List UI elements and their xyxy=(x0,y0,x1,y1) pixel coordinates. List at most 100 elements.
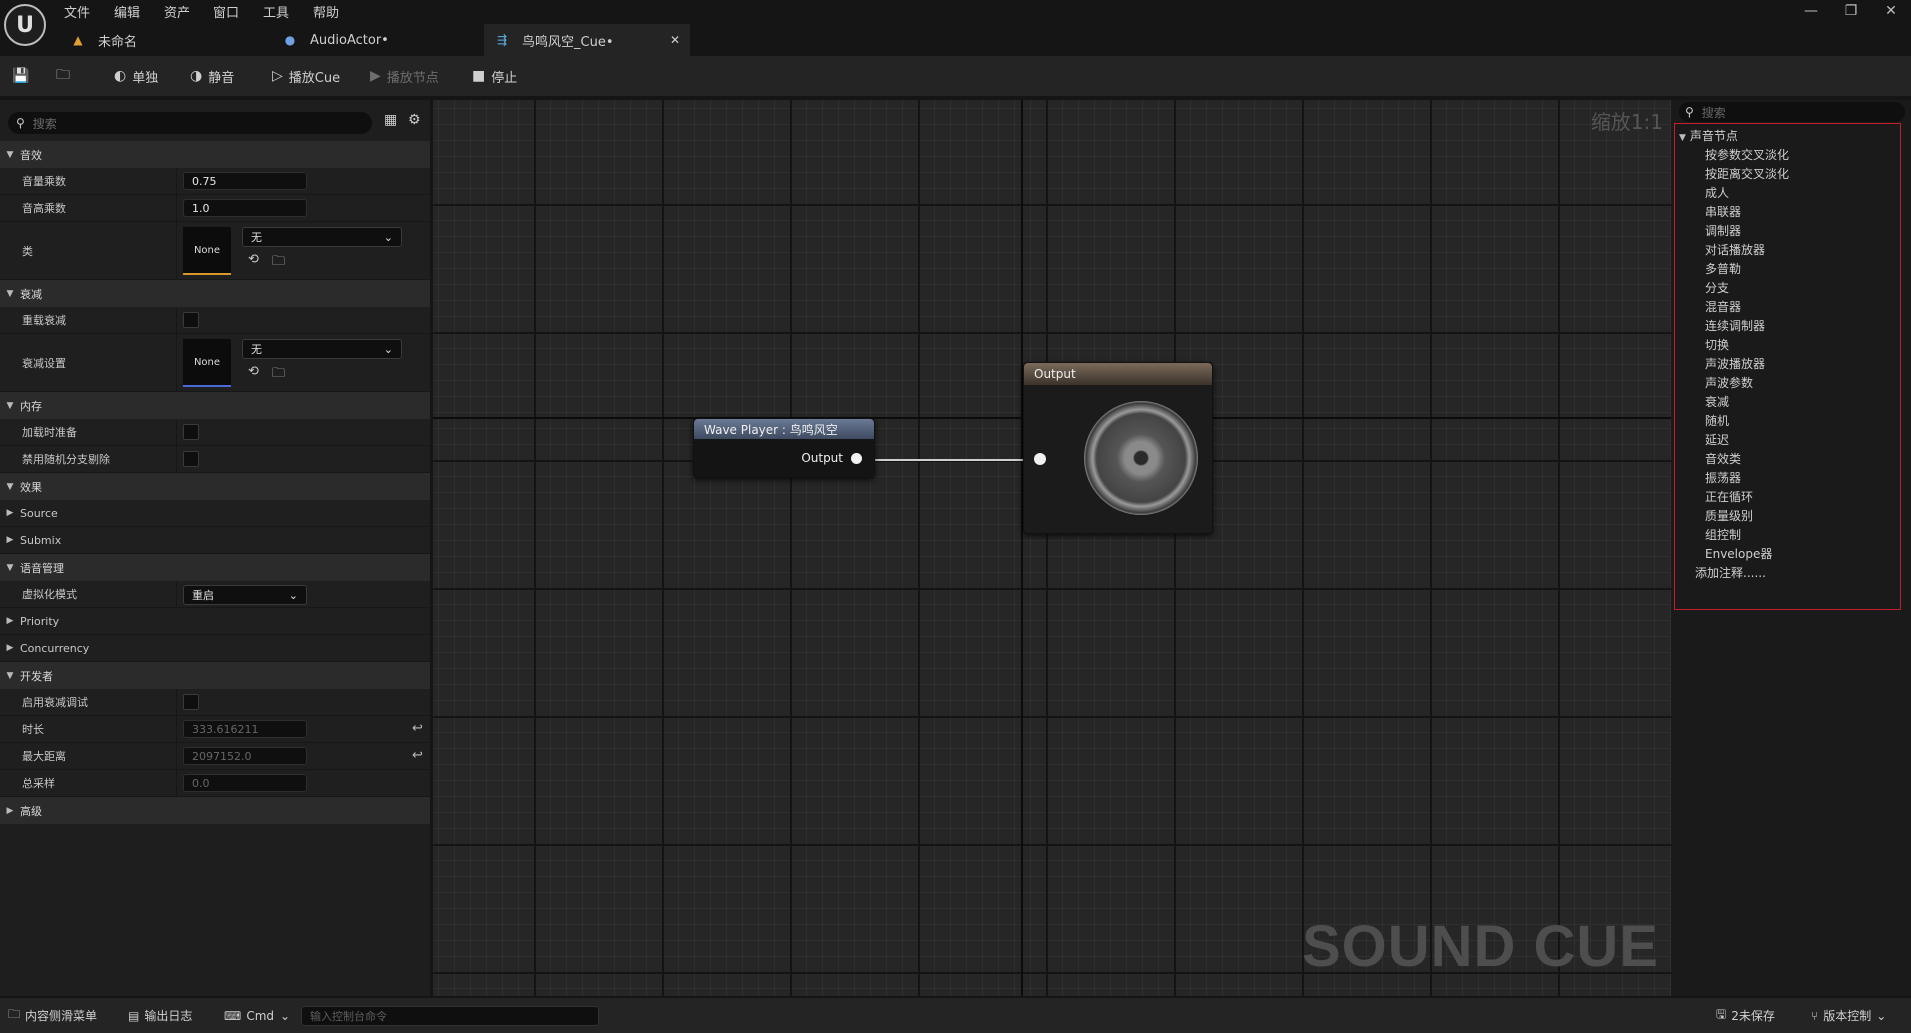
close-window-icon[interactable]: ✕ xyxy=(1871,0,1911,22)
unsaved-button[interactable]: 🖫 2未保存 xyxy=(1716,998,1775,1033)
palette-item[interactable]: 串联器 xyxy=(1705,203,1741,220)
browse-asset-icon[interactable]: 🗀 xyxy=(272,252,285,274)
palette-item[interactable]: 质量级别 xyxy=(1705,507,1753,524)
palette-item[interactable]: 正在循环 xyxy=(1705,488,1753,505)
pin-dot-icon[interactable] xyxy=(851,452,862,464)
palette-item[interactable]: 切换 xyxy=(1705,336,1729,353)
grid-view-icon[interactable]: ▦ xyxy=(384,112,397,128)
menu-edit[interactable]: 编辑 xyxy=(114,2,140,21)
volume-multiplier-input[interactable]: 0.75 xyxy=(183,172,307,190)
node-title: Wave Player : 鸟鸣风空 xyxy=(694,419,874,439)
section-source[interactable]: ▶ Source xyxy=(0,500,430,527)
tab-audio-actor[interactable]: ● AudioActor• xyxy=(272,24,482,56)
close-tab-icon[interactable]: ✕ xyxy=(670,33,680,47)
palette-item[interactable]: 成人 xyxy=(1705,184,1729,201)
attenuation-thumbnail[interactable]: None xyxy=(183,339,231,387)
tab-sound-cue[interactable]: ⇶ 鸟鸣风空_Cue• ✕ xyxy=(484,24,690,56)
expand-arrow-icon: ▶ xyxy=(6,508,14,518)
section-effects[interactable]: ▼ 效果 xyxy=(0,473,430,500)
mute-button[interactable]: ◑ 静音 xyxy=(190,56,234,96)
palette-item[interactable]: 声波参数 xyxy=(1705,374,1753,391)
tab-level[interactable]: ▲ 未命名 xyxy=(60,24,270,56)
use-selected-icon[interactable]: ⟲ xyxy=(248,252,259,267)
output-node[interactable]: Output xyxy=(1023,362,1213,534)
content-drawer-button[interactable]: 🗀 内容侧滑菜单 xyxy=(8,998,97,1033)
dropdown-value: 重启 xyxy=(192,589,214,602)
divider xyxy=(176,307,177,333)
unreal-logo-icon[interactable]: U xyxy=(4,4,46,46)
details-search-input[interactable]: ⚲ 搜索 xyxy=(8,112,372,134)
browse-asset-icon[interactable]: 🗀 xyxy=(272,364,285,386)
class-thumbnail[interactable]: None xyxy=(183,227,231,275)
palette-item[interactable]: 组控制 xyxy=(1705,526,1741,543)
prime-on-load-checkbox[interactable] xyxy=(183,424,199,440)
override-attenuation-checkbox[interactable] xyxy=(183,312,199,328)
section-developer[interactable]: ▼ 开发者 xyxy=(0,662,430,689)
add-comment-item[interactable]: 添加注释...... xyxy=(1695,564,1766,581)
palette-search-input[interactable]: ⚲ 搜索 xyxy=(1679,102,1905,122)
play-node-label: 播放节点 xyxy=(386,70,439,86)
palette-item[interactable]: Envelope器 xyxy=(1705,545,1772,562)
input-pin-icon[interactable] xyxy=(1034,453,1046,465)
palette-item[interactable]: 按距离交叉淡化 xyxy=(1705,165,1789,182)
stop-button[interactable]: ■ 停止 xyxy=(472,56,517,96)
output-pin[interactable]: Output xyxy=(801,451,862,465)
sound-cue-graph[interactable]: 缩放1:1 SOUND CUE Wave Player : 鸟鸣风空 Outpu… xyxy=(433,100,1671,996)
palette-item[interactable]: 衰减 xyxy=(1705,393,1729,410)
save-button[interactable]: 💾 xyxy=(12,56,35,96)
restore-icon[interactable]: ❐ xyxy=(1831,0,1871,22)
console-command-input[interactable]: 输入控制台命令 xyxy=(301,1006,599,1026)
menu-file[interactable]: 文件 xyxy=(64,2,90,21)
menu-tools[interactable]: 工具 xyxy=(263,2,289,21)
menu-help[interactable]: 帮助 xyxy=(313,2,339,21)
source-control-button[interactable]: ⑂ 版本控制 ⌄ xyxy=(1811,998,1886,1033)
palette-item[interactable]: 音效类 xyxy=(1705,450,1741,467)
attenuation-dropdown[interactable]: 无 ⌄ xyxy=(242,339,402,359)
section-priority[interactable]: ▶ Priority xyxy=(0,608,430,635)
use-selected-icon[interactable]: ⟲ xyxy=(248,364,259,379)
minimize-icon[interactable]: — xyxy=(1791,0,1831,22)
palette-item[interactable]: 对话播放器 xyxy=(1705,241,1765,258)
section-advanced[interactable]: ▶ 高级 xyxy=(0,797,430,824)
menu-asset[interactable]: 资产 xyxy=(164,2,190,21)
palette-item[interactable]: 按参数交叉淡化 xyxy=(1705,146,1789,163)
section-sound[interactable]: ▼ 音效 xyxy=(0,141,430,168)
solo-button[interactable]: ◐ 单独 xyxy=(114,56,158,96)
class-dropdown[interactable]: 无 ⌄ xyxy=(242,227,402,247)
palette-category[interactable]: ▼ 声音节点 xyxy=(1679,127,1738,144)
palette-item[interactable]: 振荡器 xyxy=(1705,469,1741,486)
prop-enable-attenuation-debug: 启用衰减调试 xyxy=(0,689,430,716)
section-submix[interactable]: ▶ Submix xyxy=(0,527,430,554)
reset-arrow-icon[interactable]: ↩ xyxy=(412,748,423,763)
pitch-multiplier-input[interactable]: 1.0 xyxy=(183,199,307,217)
palette-item[interactable]: 连续调制器 xyxy=(1705,317,1765,334)
section-concurrency[interactable]: ▶ Concurrency xyxy=(0,635,430,662)
palette-item[interactable]: 随机 xyxy=(1705,412,1729,429)
palette-item[interactable]: 声波播放器 xyxy=(1705,355,1765,372)
palette-item[interactable]: 分支 xyxy=(1705,279,1729,296)
play-node-button[interactable]: ▶ 播放节点 xyxy=(370,56,439,96)
section-voice-management[interactable]: ▼ 语音管理 xyxy=(0,554,430,581)
palette-item[interactable]: 调制器 xyxy=(1705,222,1741,239)
search-placeholder: 搜索 xyxy=(32,116,57,131)
pin-label: Output xyxy=(801,451,843,465)
attenuation-debug-checkbox[interactable] xyxy=(183,694,199,710)
output-log-button[interactable]: ▤ 输出日志 xyxy=(128,998,192,1033)
palette-item[interactable]: 延迟 xyxy=(1705,431,1729,448)
wave-player-node[interactable]: Wave Player : 鸟鸣风空 Output xyxy=(693,418,875,478)
palette-item[interactable]: 多普勒 xyxy=(1705,260,1741,277)
menu-window[interactable]: 窗口 xyxy=(213,2,239,21)
browse-button[interactable]: 🗀 xyxy=(56,56,76,96)
play-cue-button[interactable]: ▷ 播放Cue xyxy=(272,56,340,96)
sound-cue-icon: ⇶ xyxy=(496,33,508,47)
palette-item[interactable]: 混音器 xyxy=(1705,298,1741,315)
cmd-dropdown[interactable]: ⌨ Cmd ⌄ xyxy=(224,998,290,1033)
settings-gear-icon[interactable]: ⚙ xyxy=(408,112,421,128)
section-attenuation[interactable]: ▼ 衰减 xyxy=(0,280,430,307)
reset-arrow-icon[interactable]: ↩ xyxy=(412,721,423,736)
disable-culling-checkbox[interactable] xyxy=(183,451,199,467)
prop-label: 禁用随机分支剔除 xyxy=(22,453,110,466)
virtualization-mode-dropdown[interactable]: 重启 ⌄ xyxy=(183,585,307,605)
section-memory[interactable]: ▼ 内存 xyxy=(0,392,430,419)
connection-wire[interactable] xyxy=(875,459,1036,461)
